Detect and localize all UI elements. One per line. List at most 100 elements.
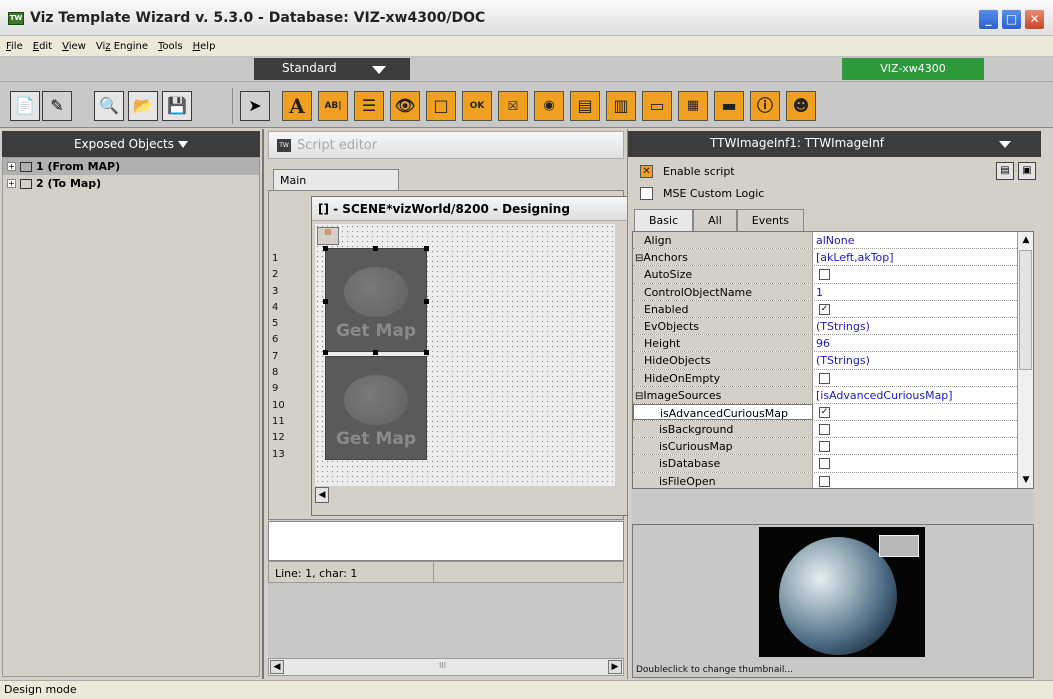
tab-events[interactable]: Events xyxy=(736,209,805,231)
enable-script-checkbox[interactable]: ✕ xyxy=(640,165,653,178)
property-row-iscuriousmap[interactable]: isCuriousMap xyxy=(633,438,1033,456)
window-tool-icon[interactable]: ▬ xyxy=(714,91,744,121)
property-name: ControlObjectName xyxy=(633,283,813,300)
unchecked-checkbox[interactable] xyxy=(819,372,830,384)
text-tool-icon[interactable]: A xyxy=(282,91,312,121)
get-map-image[interactable]: Get Map xyxy=(325,356,427,460)
ok-button-tool-icon[interactable]: OK xyxy=(462,91,492,121)
scroll-left-button[interactable]: ◀ xyxy=(315,487,329,503)
menu-help[interactable]: Help xyxy=(193,41,216,52)
copy-properties-icon[interactable]: ▤ xyxy=(996,162,1014,180)
resize-handle[interactable] xyxy=(424,246,429,251)
radio-tool-icon[interactable]: ◉ xyxy=(534,91,564,121)
tree-item-to-map[interactable]: + 2 (To Map) xyxy=(3,175,259,192)
menu-edit[interactable]: Edit xyxy=(33,41,52,52)
resize-handle[interactable] xyxy=(373,246,378,251)
resize-handle[interactable] xyxy=(373,350,378,355)
save-icon[interactable]: 💾 xyxy=(162,91,192,121)
expand-icon[interactable]: + xyxy=(7,179,16,188)
open-folder-icon[interactable]: 📂 xyxy=(128,91,158,121)
design-canvas[interactable]: ▤ Get Map Get Map xyxy=(315,224,615,486)
profile-dropdown[interactable]: Standard xyxy=(254,58,410,80)
property-value[interactable]: alNone xyxy=(816,234,855,247)
property-row-isdatabase[interactable]: isDatabase xyxy=(633,455,1033,473)
checked-checkbox[interactable]: ✓ xyxy=(819,303,830,315)
resize-handle[interactable] xyxy=(424,299,429,304)
unchecked-checkbox[interactable] xyxy=(819,424,830,436)
property-row-evobjects[interactable]: EvObjects (TStrings) xyxy=(633,317,1033,336)
paste-properties-icon[interactable]: ▣ xyxy=(1018,162,1036,180)
property-row-isadvancedcuriousmap[interactable]: isAdvancedCuriousMap ✓ xyxy=(633,403,1033,422)
tab-basic[interactable]: Basic xyxy=(634,209,694,231)
property-row-autosize[interactable]: AutoSize xyxy=(633,266,1033,284)
property-scrollbar[interactable]: ▲ ▼ xyxy=(1017,232,1033,488)
thumbnail-box[interactable]: Doubleclick to change thumbnail... xyxy=(632,524,1034,678)
property-row-isbackground[interactable]: isBackground xyxy=(633,421,1033,439)
property-row-enabled[interactable]: Enabled ✓ xyxy=(633,300,1033,318)
scroll-right-button[interactable]: ▶ xyxy=(608,660,622,674)
unchecked-checkbox[interactable] xyxy=(819,458,830,470)
menu-file[interactable]: File xyxy=(6,41,23,52)
inspector-header[interactable]: TTWImageInf1: TTWImageInf xyxy=(628,131,1041,157)
menu-tools[interactable]: Tools xyxy=(158,41,183,52)
label-tool-icon[interactable]: AB| xyxy=(318,91,348,121)
resize-handle[interactable] xyxy=(323,246,328,251)
maximize-button[interactable]: □ xyxy=(1001,9,1022,30)
checkbox-tool-icon[interactable]: ☒ xyxy=(498,91,528,121)
scroll-left-button[interactable]: ◀ xyxy=(270,660,284,674)
groupbox-tool-icon[interactable]: ▭ xyxy=(642,91,672,121)
property-value[interactable]: [isAdvancedCuriousMap] xyxy=(816,389,953,402)
eye-tool-icon[interactable]: 👁 xyxy=(390,91,420,121)
menu-viz-engine[interactable]: Viz Engine xyxy=(96,41,148,52)
property-row-isfileopen[interactable]: isFileOpen xyxy=(633,472,1033,488)
property-row-hideonempty[interactable]: HideOnEmpty xyxy=(633,369,1033,387)
property-row-controlobjectname[interactable]: ControlObjectName 1 xyxy=(633,283,1033,301)
scroll-thumb[interactable] xyxy=(1019,250,1032,370)
property-row-anchors[interactable]: ⊟Anchors [akLeft,akTop] xyxy=(633,249,1033,267)
search-icon[interactable]: 🔍 xyxy=(94,91,124,121)
unchecked-checkbox[interactable] xyxy=(819,269,830,281)
expand-icon[interactable]: + xyxy=(7,162,16,171)
get-map-image-selected[interactable]: Get Map xyxy=(325,248,427,352)
horizontal-scrollbar[interactable]: ◀ III ▶ xyxy=(268,658,624,676)
scene-thumbnail[interactable] xyxy=(759,527,925,657)
checked-checkbox[interactable]: ✓ xyxy=(819,406,830,418)
new-template-icon[interactable]: 📄 xyxy=(10,91,40,121)
list-tool-icon[interactable]: ▤ xyxy=(570,91,600,121)
property-row-hideobjects[interactable]: HideObjects (TStrings) xyxy=(633,352,1033,370)
mse-logic-checkbox[interactable] xyxy=(640,187,653,200)
resize-handle[interactable] xyxy=(323,299,328,304)
minimize-button[interactable]: _ xyxy=(978,9,999,30)
scroll-up-button[interactable]: ▲ xyxy=(1019,233,1033,247)
property-value[interactable]: 96 xyxy=(816,337,830,350)
scroll-down-button[interactable]: ▼ xyxy=(1019,473,1033,487)
property-row-height[interactable]: Height 96 xyxy=(633,335,1033,353)
tab-all[interactable]: All xyxy=(693,209,737,231)
tree-item-from-map[interactable]: + 1 (From MAP) xyxy=(3,158,259,175)
viz-object-tool-icon[interactable]: ☻ xyxy=(786,91,816,121)
script-editor-tabs: Main xyxy=(268,159,624,193)
property-value[interactable]: [akLeft,akTop] xyxy=(816,251,894,264)
property-row-imagesources[interactable]: ⊟ImageSources [isAdvancedCuriousMap] xyxy=(633,386,1033,404)
property-row-align[interactable]: Align alNone xyxy=(633,232,1033,250)
resize-handle[interactable] xyxy=(323,350,328,355)
unchecked-checkbox[interactable] xyxy=(819,475,830,487)
resize-handle[interactable] xyxy=(424,350,429,355)
menu-view[interactable]: View xyxy=(62,41,86,52)
property-value[interactable]: 1 xyxy=(816,286,823,299)
property-value[interactable]: (TStrings) xyxy=(816,354,870,367)
edit-template-icon[interactable]: ✎ xyxy=(42,91,72,121)
image-tool-icon[interactable]: ▦ xyxy=(678,91,708,121)
property-value[interactable]: (TStrings) xyxy=(816,320,870,333)
memo-tool-icon[interactable]: ☰ xyxy=(354,91,384,121)
enable-script-row[interactable]: ✕ Enable script xyxy=(640,165,735,178)
info-icon[interactable]: ⓘ xyxy=(750,91,780,121)
panel-tool-icon[interactable]: □ xyxy=(426,91,456,121)
script-input-area[interactable] xyxy=(268,521,624,561)
combo-tool-icon[interactable]: ▥ xyxy=(606,91,636,121)
mse-logic-row[interactable]: MSE Custom Logic xyxy=(640,187,764,200)
exposed-objects-header[interactable]: Exposed Objects xyxy=(2,131,260,157)
close-button[interactable]: ✕ xyxy=(1024,9,1045,30)
unchecked-checkbox[interactable] xyxy=(819,441,830,453)
pointer-tool-icon[interactable]: ➤ xyxy=(240,91,270,121)
